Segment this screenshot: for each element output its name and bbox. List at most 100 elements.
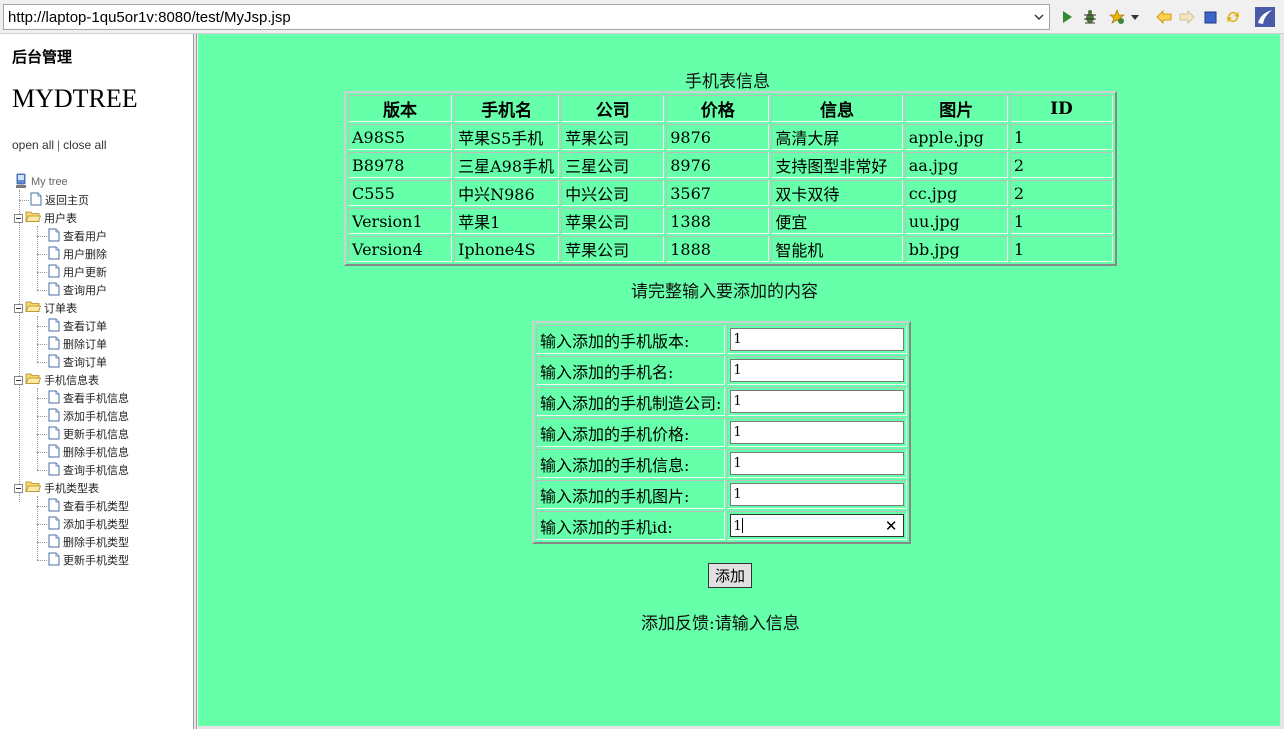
tree-item[interactable]: 查询用户: [37, 281, 107, 299]
column-header: 价格: [666, 95, 770, 122]
table-cell: B8978: [348, 152, 453, 178]
table-cell: 三星A98手机: [454, 152, 560, 178]
tree-item-label: 查看订单: [63, 321, 107, 333]
table-cell: cc.jpg: [904, 180, 1008, 206]
form-row: 输入添加的手机制造公司: 1: [536, 387, 908, 416]
tree-item[interactable]: 更新手机类型: [37, 551, 129, 569]
page-icon: [48, 246, 60, 263]
close-all-link[interactable]: close all: [63, 138, 106, 152]
admin-title: 后台管理: [12, 50, 73, 66]
tree-item[interactable]: 添加手机类型: [37, 515, 129, 533]
address-bar-url[interactable]: http://laptop-1qu5or1v:8080/test/MyJsp.j…: [8, 9, 291, 26]
table-cell: 8976: [666, 152, 770, 178]
tree-item[interactable]: 查看手机信息: [37, 389, 129, 407]
tree-item-label: 查看用户: [63, 231, 107, 243]
tree-item[interactable]: 更新手机信息: [37, 425, 129, 443]
go-icon[interactable]: [1057, 7, 1077, 27]
form-row: 输入添加的手机名: 1: [536, 356, 908, 385]
company-input[interactable]: 1: [730, 390, 905, 413]
table-cell: 3567: [666, 180, 770, 206]
page-icon: [48, 228, 60, 245]
tree-item[interactable]: 添加手机信息: [37, 407, 129, 425]
tree-group-users[interactable]: 用户表: [14, 209, 77, 227]
main-content: 手机表信息 版本 手机名 公司 价格 信息 图片 ID A98S5 苹果S5手机…: [198, 34, 1280, 726]
table-row: Version4 Iphone4S 苹果公司 1888 智能机 bb.jpg 1: [348, 236, 1113, 262]
tree-item-label: 返回主页: [45, 195, 89, 207]
frame-divider[interactable]: [194, 34, 197, 729]
page-icon: [48, 282, 60, 299]
info-input[interactable]: 1: [730, 452, 905, 475]
collapse-icon[interactable]: [14, 213, 23, 223]
tree-item-label: 查询手机信息: [63, 465, 129, 477]
add-button[interactable]: 添加: [708, 563, 752, 588]
tree-root-label: My tree: [31, 176, 68, 188]
tree-item-home[interactable]: 返回主页: [19, 191, 89, 209]
table-header-row: 版本 手机名 公司 价格 信息 图片 ID: [348, 95, 1113, 122]
tree-group-phone-types[interactable]: 手机类型表: [14, 479, 99, 497]
tree-item-label: 查看手机类型: [63, 501, 129, 513]
table-caption: 手机表信息: [685, 72, 770, 92]
column-header: 公司: [561, 95, 665, 122]
form-row: 输入添加的手机信息: 1: [536, 449, 908, 478]
address-dropdown-icon[interactable]: [1029, 5, 1049, 29]
stop-icon[interactable]: [1200, 7, 1220, 27]
tree-group-label: 用户表: [44, 213, 77, 225]
tree-item[interactable]: 查询手机信息: [37, 461, 129, 479]
tree-root[interactable]: My tree: [14, 173, 68, 191]
collapse-icon[interactable]: [14, 303, 23, 313]
clear-icon[interactable]: ✕: [885, 517, 898, 535]
tree-item-label: 添加手机类型: [63, 519, 129, 531]
price-input[interactable]: 1: [730, 421, 905, 444]
image-input[interactable]: 1: [730, 483, 905, 506]
table-cell: 中兴公司: [561, 180, 665, 206]
table-cell: Version1: [348, 208, 453, 234]
address-bar[interactable]: http://laptop-1qu5or1v:8080/test/MyJsp.j…: [3, 4, 1050, 30]
table-row: C555 中兴N986 中兴公司 3567 双卡双待 cc.jpg 2: [348, 180, 1113, 206]
bookmark-icon[interactable]: [1107, 7, 1127, 27]
tree-item-label: 添加手机信息: [63, 411, 129, 423]
tree-item[interactable]: 删除订单: [37, 335, 107, 353]
version-input[interactable]: 1: [730, 328, 905, 351]
folder-open-icon: [25, 210, 42, 226]
page-icon: [48, 408, 60, 425]
page-icon: [48, 444, 60, 461]
table-cell: Version4: [348, 236, 453, 262]
phone-name-input[interactable]: 1: [730, 359, 905, 382]
table-cell: bb.jpg: [904, 236, 1008, 262]
table-cell: 苹果1: [454, 208, 560, 234]
tree-item[interactable]: 查询订单: [37, 353, 107, 371]
column-header: 图片: [904, 95, 1008, 122]
table-row: A98S5 苹果S5手机 苹果公司 9876 高清大屏 apple.jpg 1: [348, 124, 1113, 150]
open-all-link[interactable]: open all: [12, 138, 54, 152]
table-row: Version1 苹果1 苹果公司 1388 便宜 uu.jpg 1: [348, 208, 1113, 234]
tree-item[interactable]: 查看手机类型: [37, 497, 129, 515]
page-icon: [48, 354, 60, 371]
tree-group-phone-info[interactable]: 手机信息表: [14, 371, 99, 389]
forward-icon[interactable]: [1177, 7, 1197, 27]
dropdown-icon[interactable]: [1128, 7, 1142, 27]
id-input[interactable]: 1 ✕: [730, 514, 905, 537]
tree-item[interactable]: 用户更新: [37, 263, 107, 281]
browser-toolbar: http://laptop-1qu5or1v:8080/test/MyJsp.j…: [0, 0, 1284, 34]
table-cell: 便宜: [771, 208, 903, 234]
tree-title: MYDTREE: [12, 84, 138, 113]
collapse-icon[interactable]: [14, 375, 23, 385]
tree-group-orders[interactable]: 订单表: [14, 299, 77, 317]
tree-item[interactable]: 查看用户: [37, 227, 107, 245]
tree-item-label: 查询用户: [63, 285, 107, 297]
collapse-icon[interactable]: [14, 483, 23, 493]
eclipse-icon[interactable]: [1254, 6, 1276, 28]
tree-item[interactable]: 删除手机类型: [37, 533, 129, 551]
page-icon: [48, 498, 60, 515]
sidebar: 后台管理 MYDTREE open all | close all My tree …: [0, 34, 194, 729]
id-input-value: 1: [733, 519, 742, 534]
debug-icon[interactable]: [1080, 7, 1100, 27]
feedback-text: 添加反馈:请输入信息: [641, 614, 800, 634]
tree-item[interactable]: 删除手机信息: [37, 443, 129, 461]
tree-item[interactable]: 用户删除: [37, 245, 107, 263]
table-cell: 中兴N986: [454, 180, 560, 206]
refresh-icon[interactable]: [1223, 7, 1243, 27]
back-icon[interactable]: [1154, 7, 1174, 27]
tree-item[interactable]: 查看订单: [37, 317, 107, 335]
tree-group-label: 手机信息表: [44, 375, 99, 387]
